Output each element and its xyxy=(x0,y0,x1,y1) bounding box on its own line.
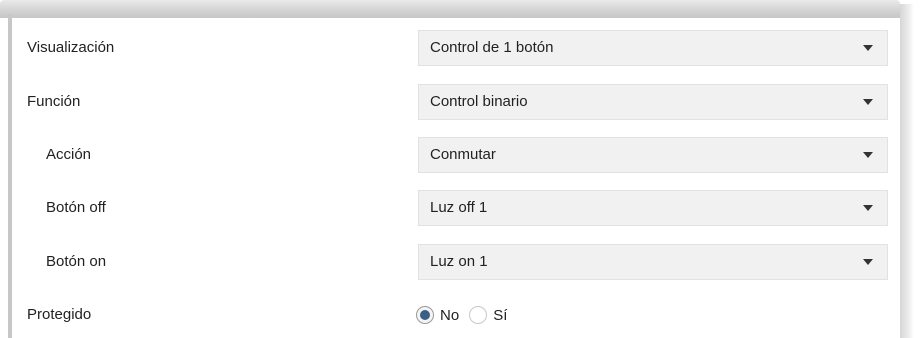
protegido-si-label: Sí xyxy=(493,306,508,324)
protegido-label: Protegido xyxy=(27,306,92,323)
row-boton-off: Botón off Luz off 1 xyxy=(12,190,900,226)
row-funcion: Función Control binario xyxy=(12,84,900,120)
boton-off-dropdown[interactable]: Luz off 1 xyxy=(418,190,888,226)
row-protegido: Protegido No Sí xyxy=(12,297,900,333)
protegido-radio-group: No Sí xyxy=(416,297,517,333)
funcion-label: Función xyxy=(27,93,81,110)
chevron-down-icon xyxy=(863,205,873,211)
visualizacion-label: Visualización xyxy=(27,39,115,56)
chevron-down-icon xyxy=(863,45,873,51)
parameters-panel: Visualización Control de 1 botón Función… xyxy=(12,18,900,338)
protegido-si-radio[interactable]: Sí xyxy=(469,306,507,324)
boton-on-value: Luz on 1 xyxy=(430,253,488,270)
boton-off-value: Luz off 1 xyxy=(430,199,488,216)
radio-checked-icon xyxy=(416,306,434,324)
accion-value: Conmutar xyxy=(430,146,496,163)
boton-on-dropdown[interactable]: Luz on 1 xyxy=(418,244,888,280)
boton-off-label: Botón off xyxy=(46,199,106,216)
window-right-shadow xyxy=(900,4,914,338)
accion-dropdown[interactable]: Conmutar xyxy=(418,137,888,173)
chevron-down-icon xyxy=(863,259,873,265)
window-top-shadow xyxy=(0,0,900,18)
settings-window: Visualización Control de 1 botón Función… xyxy=(0,0,923,338)
chevron-down-icon xyxy=(863,99,873,105)
row-visualizacion: Visualización Control de 1 botón xyxy=(12,30,900,66)
protegido-no-label: No xyxy=(440,306,460,324)
chevron-down-icon xyxy=(863,152,873,158)
protegido-no-radio[interactable]: No xyxy=(416,306,459,324)
row-accion: Acción Conmutar xyxy=(12,137,900,173)
row-boton-on: Botón on Luz on 1 xyxy=(12,244,900,280)
accion-label: Acción xyxy=(46,146,92,163)
boton-on-label: Botón on xyxy=(46,253,107,270)
visualizacion-value: Control de 1 botón xyxy=(430,39,554,56)
funcion-value: Control binario xyxy=(430,93,528,110)
visualizacion-dropdown[interactable]: Control de 1 botón xyxy=(418,30,888,66)
radio-unchecked-icon xyxy=(469,306,488,324)
funcion-dropdown[interactable]: Control binario xyxy=(418,84,888,120)
